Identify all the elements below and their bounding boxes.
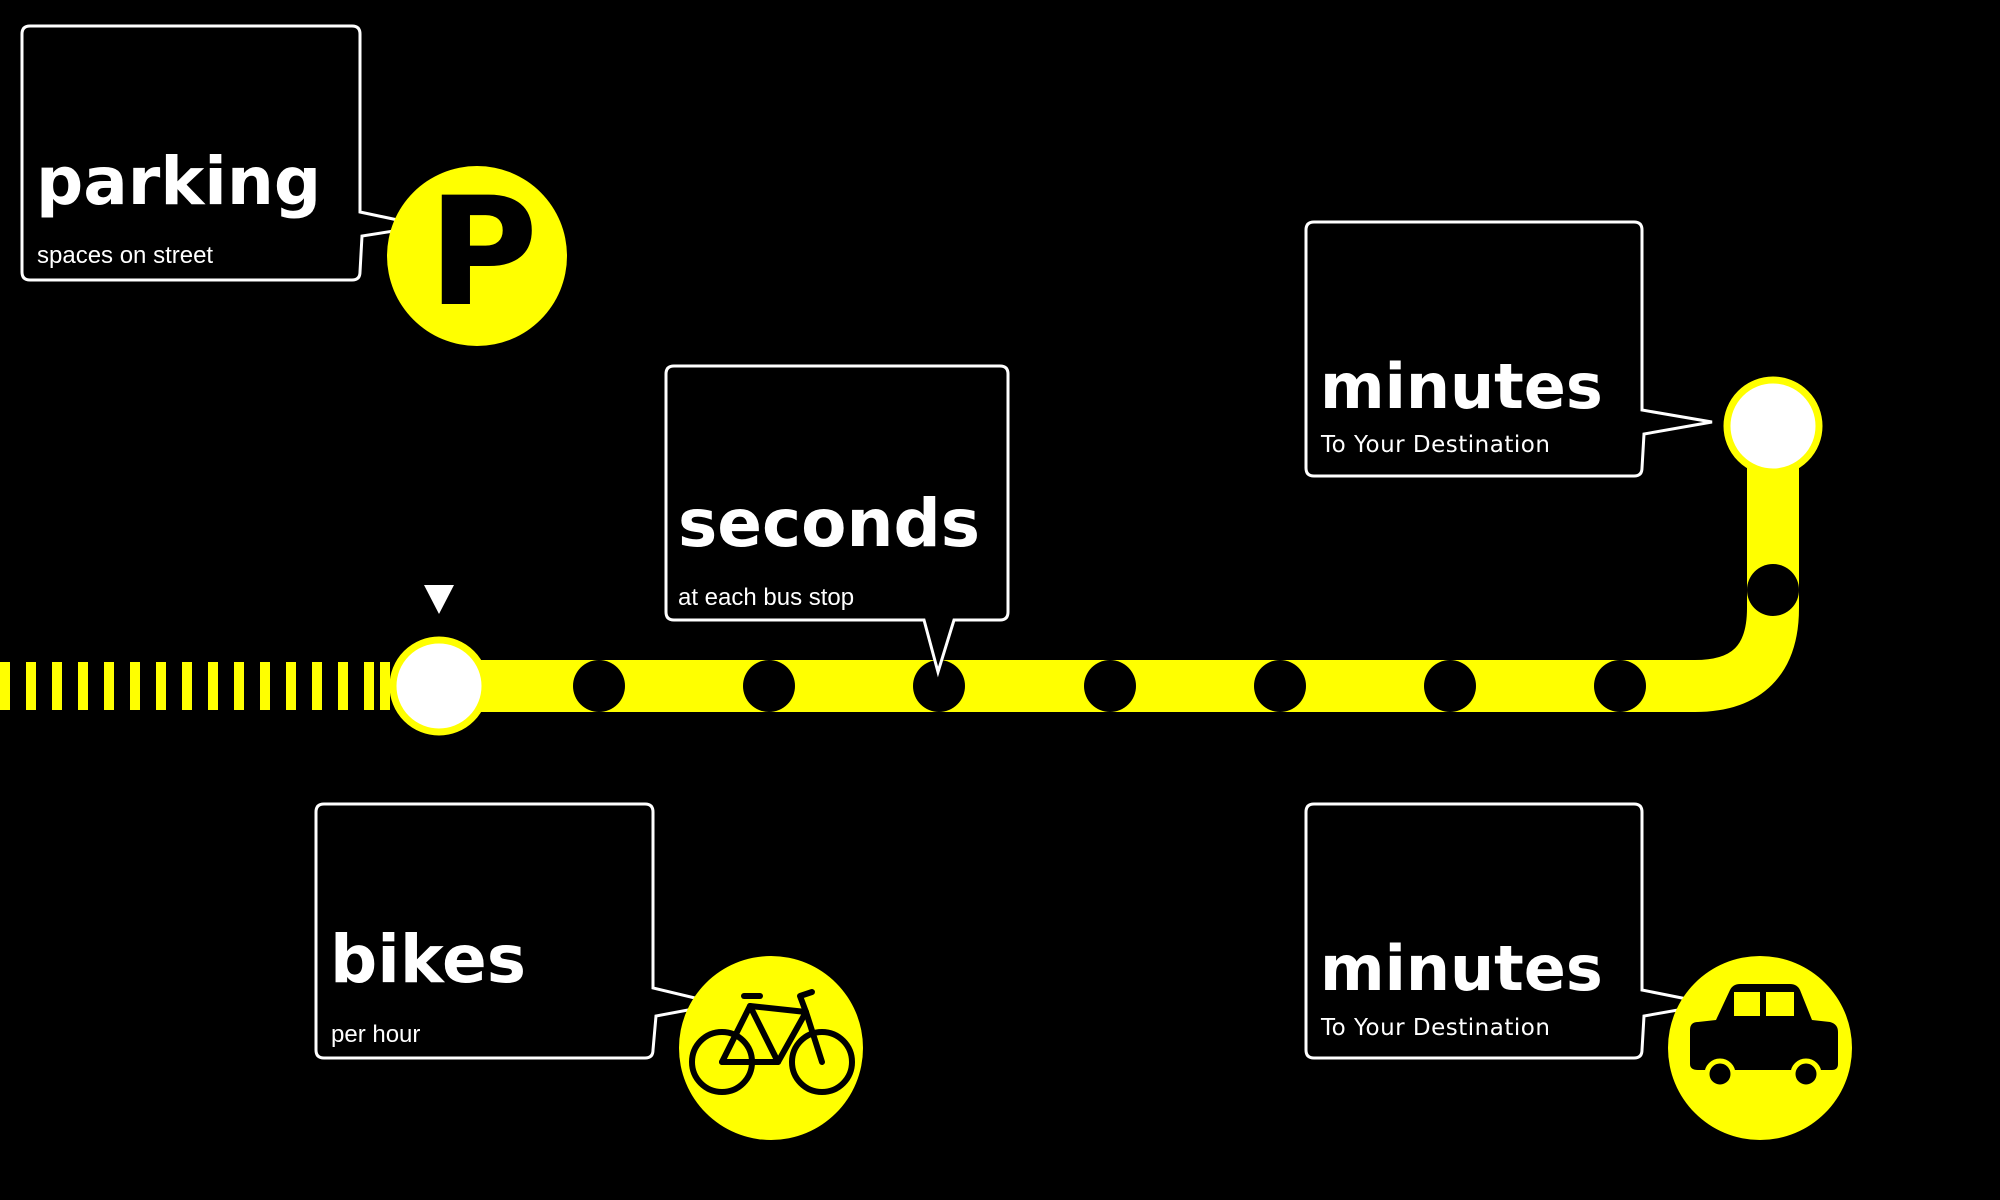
callout-parking-subtitle: spaces on street	[37, 242, 213, 269]
callout-bikes-subtitle: per hour	[331, 1021, 420, 1048]
car-icon	[1668, 956, 1852, 1140]
callout-seconds-subtitle: at each bus stop	[678, 584, 854, 611]
callout-minutes-destination-subtitle: To Your Destination	[1320, 432, 1550, 458]
parking-icon-letter: P	[428, 166, 538, 340]
callout-minutes-car-title: minutes	[1320, 932, 1603, 1005]
route-stop	[1747, 564, 1799, 616]
route-stop	[1424, 660, 1476, 712]
callout-parking-title: parking	[36, 143, 321, 220]
route-stop	[573, 660, 625, 712]
parking-icon: P	[387, 166, 567, 346]
route-stop	[743, 660, 795, 712]
route-stop	[1594, 660, 1646, 712]
bicycle-icon	[679, 956, 863, 1140]
destination-marker-icon	[1723, 376, 1823, 476]
route-stop	[1254, 660, 1306, 712]
callout-minutes-destination-title: minutes	[1320, 350, 1603, 423]
route-start-marker	[389, 636, 489, 736]
route-diagram: parking spaces on street P seconds at ea…	[0, 0, 2000, 1200]
route-stop	[1084, 660, 1136, 712]
callout-minutes-car-subtitle: To Your Destination	[1320, 1015, 1550, 1041]
callout-bikes-title: bikes	[330, 921, 526, 998]
callout-seconds-title: seconds	[678, 485, 980, 562]
